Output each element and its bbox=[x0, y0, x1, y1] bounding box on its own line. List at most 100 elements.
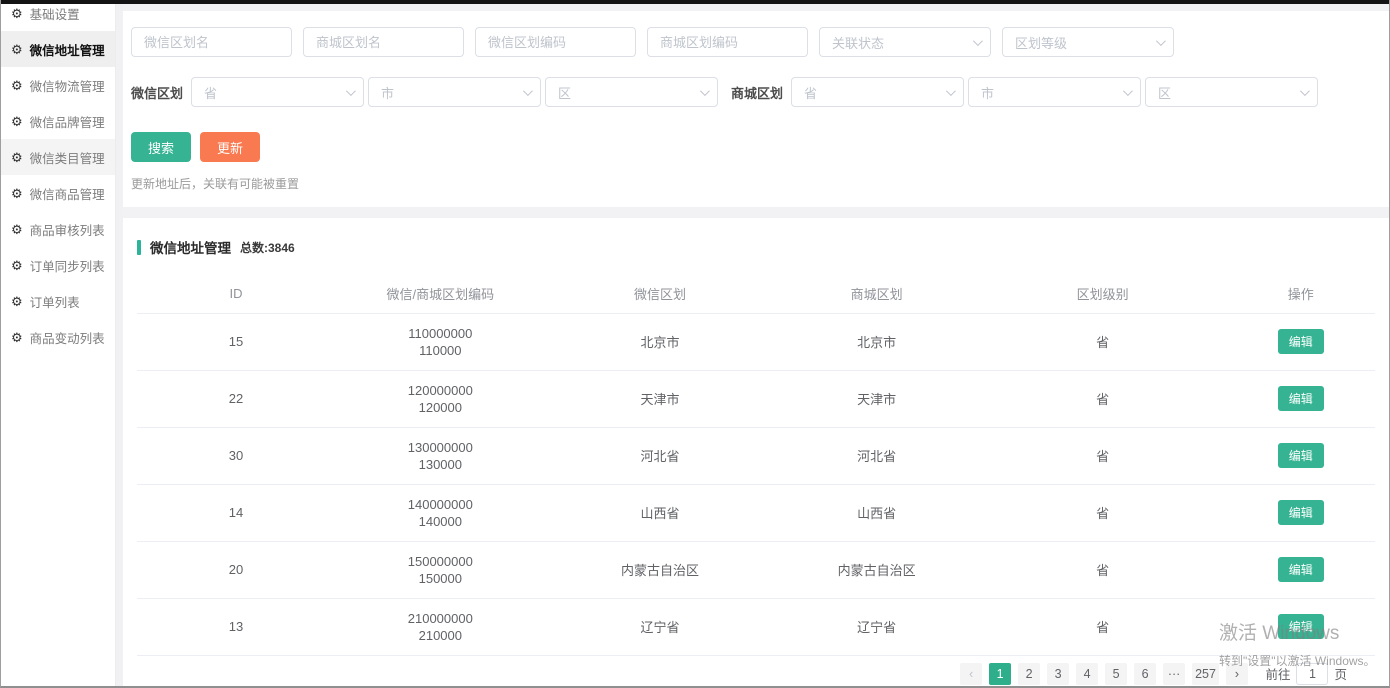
sidebar-item-label: 商品变动列表 bbox=[30, 328, 105, 347]
cell-codes: 110000000 110000 bbox=[335, 313, 545, 370]
edit-button[interactable]: 编辑 bbox=[1278, 443, 1324, 468]
wechat-region-name-input[interactable] bbox=[131, 27, 292, 57]
sidebar-item-wechat-product[interactable]: ⚙ 微信商品管理 bbox=[1, 175, 115, 211]
sidebar-item-wechat-category[interactable]: ⚙ 微信类目管理 bbox=[1, 139, 115, 175]
cell-wechat-region: 内蒙古自治区 bbox=[546, 541, 775, 598]
page-button-1[interactable]: 1 bbox=[989, 663, 1011, 685]
cell-level: 省 bbox=[979, 427, 1227, 484]
sidebar-item-wechat-logistics[interactable]: ⚙ 微信物流管理 bbox=[1, 67, 115, 103]
goto-label: 前往 bbox=[1265, 664, 1290, 683]
gear-icon: ⚙ bbox=[11, 151, 23, 164]
table-row: 22 120000000 120000 天津市 天津市 省 编辑 bbox=[137, 370, 1375, 427]
mall-region-code-input[interactable] bbox=[647, 27, 808, 57]
wechat-code: 120000000 bbox=[335, 383, 545, 398]
goto-page-group: 前往 页 bbox=[1265, 663, 1347, 685]
total-count: 总数:3846 bbox=[240, 239, 295, 256]
sidebar-item-wechat-address[interactable]: ⚙ 微信地址管理 bbox=[1, 31, 115, 67]
prev-page-button[interactable]: ‹ bbox=[960, 663, 982, 685]
admin-window: ⚙ 基础设置 ⚙ 微信地址管理 ⚙ 微信物流管理 ⚙ 微信品牌管理 ⚙ 微信 bbox=[0, 0, 1390, 688]
wechat-code: 130000000 bbox=[335, 440, 545, 455]
search-button[interactable]: 搜索 bbox=[131, 132, 191, 162]
mall-district-select[interactable]: 区 bbox=[1145, 77, 1318, 107]
sidebar-item-order-sync-list[interactable]: ⚙ 订单同步列表 bbox=[1, 247, 115, 283]
edit-button[interactable]: 编辑 bbox=[1278, 614, 1324, 639]
region-level-select[interactable]: 区划等级 bbox=[1002, 27, 1174, 57]
wechat-province-select[interactable]: 省 bbox=[191, 77, 364, 107]
sidebar-item-basic-settings[interactable]: ⚙ 基础设置 bbox=[1, 4, 115, 31]
page-button-5[interactable]: 5 bbox=[1105, 663, 1127, 685]
select-placeholder: 区 bbox=[1158, 83, 1171, 102]
chevron-down-icon bbox=[1300, 86, 1310, 96]
sidebar-item-product-change-list[interactable]: ⚙ 商品变动列表 bbox=[1, 319, 115, 355]
update-button[interactable]: 更新 bbox=[200, 132, 260, 162]
sidebar-item-label: 微信类目管理 bbox=[30, 148, 105, 167]
filter-panel: 关联状态 区划等级 微信区划 省 市 bbox=[123, 11, 1389, 207]
gear-icon: ⚙ bbox=[11, 7, 23, 20]
table-row: 20 150000000 150000 内蒙古自治区 内蒙古自治区 省 编辑 bbox=[137, 541, 1375, 598]
sidebar-item-label: 订单列表 bbox=[30, 292, 80, 311]
update-hint-text: 更新地址后，关联有可能被重置 bbox=[131, 175, 1381, 192]
pagination: ‹ 1 2 3 4 5 6 ··· 257 › 前往 页 bbox=[137, 663, 1375, 685]
mall-city-select[interactable]: 市 bbox=[968, 77, 1141, 107]
edit-button[interactable]: 编辑 bbox=[1278, 329, 1324, 354]
chevron-down-icon bbox=[946, 86, 956, 96]
main-content: 关联状态 区划等级 微信区划 省 市 bbox=[123, 4, 1389, 688]
wechat-region-label: 微信区划 bbox=[131, 83, 183, 102]
cell-id: 20 bbox=[137, 541, 335, 598]
sidebar-item-wechat-brand[interactable]: ⚙ 微信品牌管理 bbox=[1, 103, 115, 139]
cell-level: 省 bbox=[979, 313, 1227, 370]
edit-button[interactable]: 编辑 bbox=[1278, 557, 1324, 582]
edit-button[interactable]: 编辑 bbox=[1278, 386, 1324, 411]
page-button-6[interactable]: 6 bbox=[1134, 663, 1156, 685]
wechat-region-code-input[interactable] bbox=[475, 27, 636, 57]
cell-id: 15 bbox=[137, 313, 335, 370]
cell-codes: 140000000 140000 bbox=[335, 484, 545, 541]
page-ellipsis[interactable]: ··· bbox=[1163, 663, 1185, 685]
sidebar-menu: ⚙ 基础设置 ⚙ 微信地址管理 ⚙ 微信物流管理 ⚙ 微信品牌管理 ⚙ 微信 bbox=[1, 4, 115, 355]
gear-icon: ⚙ bbox=[11, 331, 23, 344]
page-button-4[interactable]: 4 bbox=[1076, 663, 1098, 685]
goto-page-input[interactable] bbox=[1296, 663, 1328, 685]
wechat-city-select[interactable]: 市 bbox=[368, 77, 541, 107]
gear-icon: ⚙ bbox=[11, 187, 23, 200]
chevron-down-icon bbox=[1123, 86, 1133, 96]
page-button-last[interactable]: 257 bbox=[1192, 663, 1219, 685]
sidebar-item-order-list[interactable]: ⚙ 订单列表 bbox=[1, 283, 115, 319]
mall-code: 120000 bbox=[335, 400, 545, 415]
gear-icon: ⚙ bbox=[11, 295, 23, 308]
page-button-3[interactable]: 3 bbox=[1047, 663, 1069, 685]
wechat-code: 210000000 bbox=[335, 611, 545, 626]
relation-status-select[interactable]: 关联状态 bbox=[819, 27, 991, 57]
cell-codes: 120000000 120000 bbox=[335, 370, 545, 427]
wechat-code: 140000000 bbox=[335, 497, 545, 512]
table-row: 15 110000000 110000 北京市 北京市 省 编辑 bbox=[137, 313, 1375, 370]
mall-province-select[interactable]: 省 bbox=[791, 77, 964, 107]
cell-wechat-region: 辽宁省 bbox=[546, 598, 775, 655]
col-header-id: ID bbox=[137, 275, 335, 313]
gear-icon: ⚙ bbox=[11, 115, 23, 128]
gear-icon: ⚙ bbox=[11, 43, 23, 56]
mall-code: 210000 bbox=[335, 628, 545, 643]
sidebar-item-product-review-list[interactable]: ⚙ 商品审核列表 bbox=[1, 211, 115, 247]
cell-level: 省 bbox=[979, 484, 1227, 541]
sidebar-item-label: 微信地址管理 bbox=[30, 40, 105, 59]
gear-icon: ⚙ bbox=[11, 259, 23, 272]
select-placeholder: 省 bbox=[204, 83, 217, 102]
cell-wechat-region: 天津市 bbox=[546, 370, 775, 427]
cell-id: 13 bbox=[137, 598, 335, 655]
page-button-2[interactable]: 2 bbox=[1018, 663, 1040, 685]
sidebar: ⚙ 基础设置 ⚙ 微信地址管理 ⚙ 微信物流管理 ⚙ 微信品牌管理 ⚙ 微信 bbox=[1, 4, 116, 688]
col-header-codes: 微信/商城区划编码 bbox=[335, 275, 545, 313]
cell-id: 22 bbox=[137, 370, 335, 427]
mall-code: 150000 bbox=[335, 571, 545, 586]
cell-id: 14 bbox=[137, 484, 335, 541]
sidebar-item-label: 基础设置 bbox=[30, 4, 80, 23]
mall-region-name-input[interactable] bbox=[303, 27, 464, 57]
next-page-button[interactable]: › bbox=[1226, 663, 1248, 685]
wechat-district-select[interactable]: 区 bbox=[545, 77, 718, 107]
chevron-down-icon bbox=[1156, 36, 1166, 46]
edit-button[interactable]: 编辑 bbox=[1278, 500, 1324, 525]
sidebar-item-label: 微信商品管理 bbox=[30, 184, 105, 203]
cell-level: 省 bbox=[979, 370, 1227, 427]
select-placeholder: 市 bbox=[381, 83, 394, 102]
